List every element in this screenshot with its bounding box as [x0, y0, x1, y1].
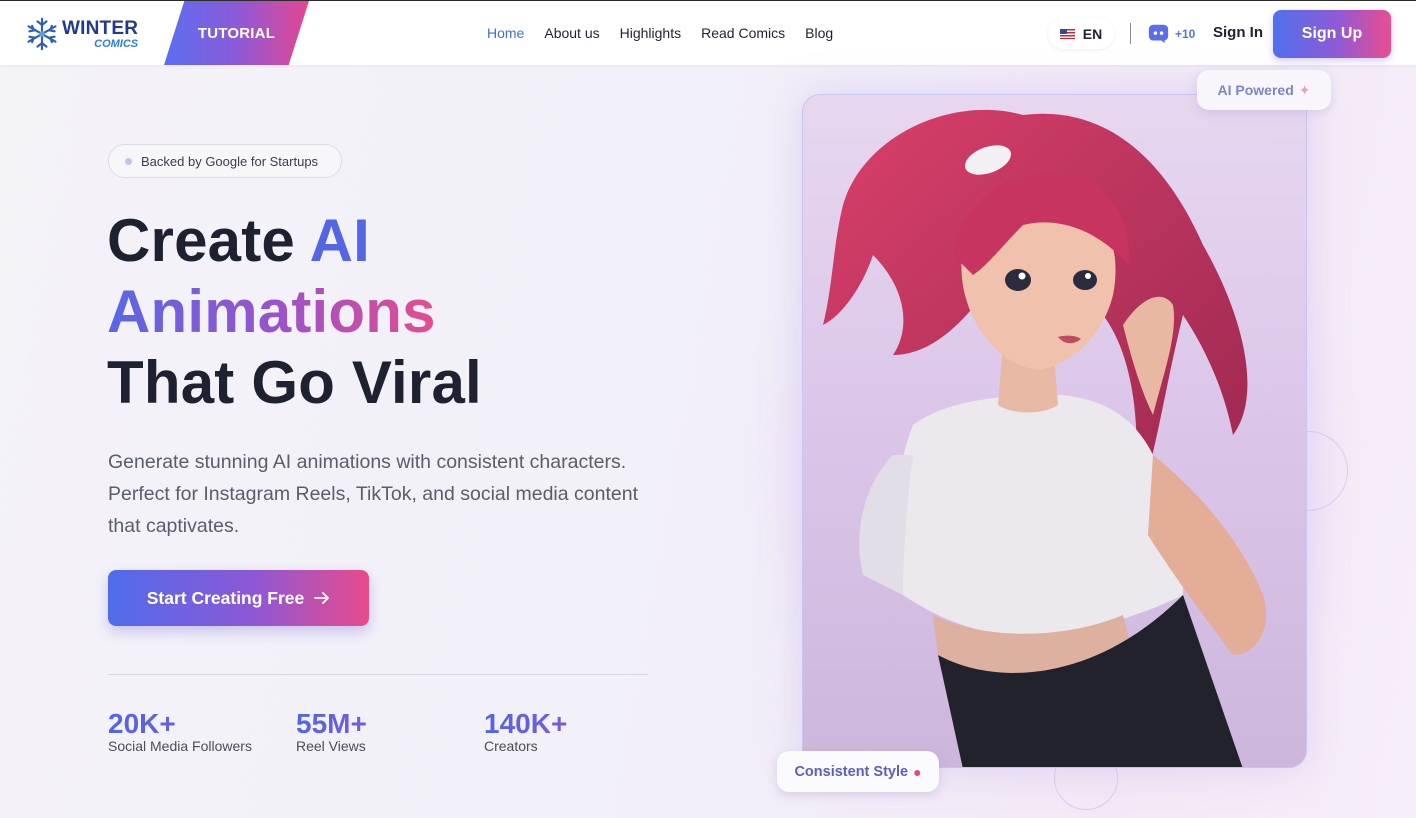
discord-count: +10: [1175, 27, 1196, 41]
tutorial-banner[interactable]: TUTORIAL: [164, 1, 309, 65]
stat-value: 55M+: [296, 708, 367, 739]
stat-value: 20K+: [108, 708, 252, 740]
header-divider: [1130, 23, 1131, 44]
headline-create: Create: [107, 207, 310, 274]
palette-icon: ●: [913, 763, 922, 780]
stat-value: 140K+: [484, 708, 568, 739]
backed-by-badge: Backed by Google for Startups: [108, 144, 342, 178]
sign-up-button[interactable]: Sign Up: [1273, 10, 1391, 58]
language-selector[interactable]: EN: [1048, 18, 1114, 49]
badge-dot-icon: [125, 157, 132, 165]
stat-label: Reel Views: [296, 738, 366, 754]
nav-about-us[interactable]: About us: [544, 25, 599, 41]
chip-style-label: Consistent Style: [794, 763, 909, 780]
snowflake-icon: [27, 17, 57, 51]
nav-home[interactable]: Home: [487, 25, 524, 41]
stat-label: Social Media Followers: [108, 738, 252, 754]
hero-headline: Create AI Animations That Go Viral: [107, 205, 482, 418]
us-flag-icon: [1059, 28, 1075, 39]
logo-subtitle: COMICS: [94, 37, 139, 50]
nav-highlights[interactable]: Highlights: [620, 25, 681, 41]
stats-divider: [108, 674, 648, 675]
consistent-style-chip: Consistent Style ●: [777, 751, 939, 792]
cta-label: Start Creating Free: [146, 587, 305, 608]
nav-read-comics[interactable]: Read Comics: [701, 25, 785, 41]
hero-description: Generate stunning AI animations with con…: [108, 451, 638, 537]
winter-comics-logo[interactable]: WINTER COMICS: [24, 13, 138, 55]
discord-icon[interactable]: [1148, 23, 1169, 44]
ai-powered-chip: AI Powered ✦: [1197, 70, 1331, 110]
stat-creators: 140K+ Creators: [484, 708, 567, 754]
stat-label: Creators: [484, 738, 538, 754]
badge-text: Backed by Google for Startups: [141, 153, 319, 169]
logo-wordmark: WINTER: [62, 17, 139, 39]
language-code: EN: [1082, 25, 1103, 42]
headline-viral: That Go Viral: [107, 349, 482, 416]
character-showcase-image: [802, 94, 1307, 768]
nav-blog[interactable]: Blog: [805, 25, 833, 41]
main-nav: Home About us Highlights Read Comics Blo…: [487, 25, 853, 41]
stat-followers: 20K+ Social Media Followers: [108, 708, 252, 754]
anime-girl-illustration: [823, 109, 1267, 767]
headline-animations: Animations: [107, 278, 436, 345]
headline-ai: AI: [309, 207, 371, 274]
stat-reel-views: 55M+ Reel Views: [296, 708, 367, 754]
sparkle-icon: ✦: [1298, 81, 1311, 98]
site-header: WINTER COMICS TUTORIAL Home About us Hig…: [0, 0, 1416, 65]
chip-ai-label: AI Powered: [1217, 82, 1294, 98]
sign-in-button[interactable]: Sign In: [1213, 24, 1263, 41]
arrow-right-icon: [314, 592, 330, 604]
start-creating-button[interactable]: Start Creating Free: [108, 570, 369, 626]
